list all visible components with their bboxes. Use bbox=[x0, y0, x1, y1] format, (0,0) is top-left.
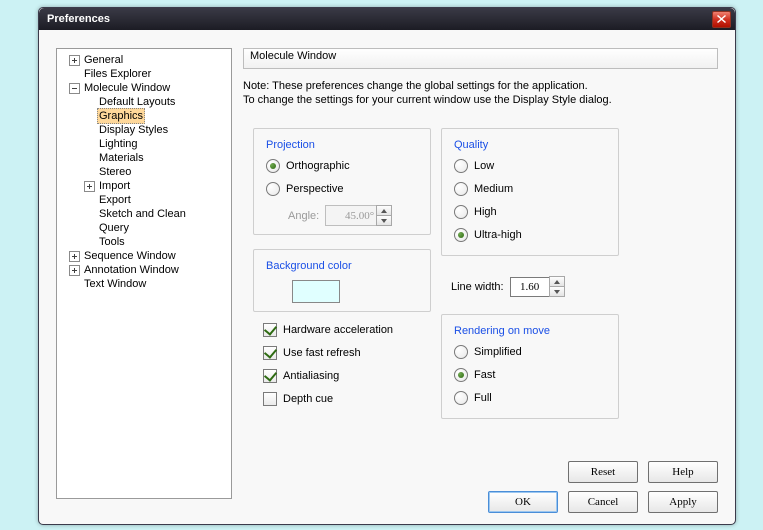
radio-icon bbox=[266, 182, 280, 196]
radio-quality-ultra[interactable]: Ultra-high bbox=[454, 228, 606, 242]
check-icon bbox=[263, 392, 277, 406]
angle-field: Angle: bbox=[288, 205, 418, 226]
step-up[interactable] bbox=[550, 277, 564, 286]
help-button[interactable]: Help bbox=[648, 461, 718, 483]
ok-button[interactable]: OK bbox=[488, 491, 558, 513]
chevron-up-icon bbox=[554, 280, 560, 284]
projection-group: Projection Orthographic Perspective Angl… bbox=[253, 128, 431, 235]
radio-icon bbox=[454, 391, 468, 405]
tree-item-stereo[interactable]: Stereo bbox=[59, 165, 229, 179]
tree-item-molecule-window[interactable]: Molecule Window bbox=[59, 81, 229, 95]
tree-item-graphics[interactable]: Graphics bbox=[59, 109, 229, 123]
close-icon[interactable] bbox=[712, 11, 731, 28]
tree-item-sequence-window[interactable]: Sequence Window bbox=[59, 249, 229, 263]
tree-item-annotation-window[interactable]: Annotation Window bbox=[59, 263, 229, 277]
linewidth-input[interactable] bbox=[510, 277, 550, 297]
cancel-button[interactable]: Cancel bbox=[568, 491, 638, 513]
radio-quality-medium[interactable]: Medium bbox=[454, 182, 606, 196]
step-down[interactable] bbox=[550, 286, 564, 296]
tree-item-materials[interactable]: Materials bbox=[59, 151, 229, 165]
bgcolor-swatch[interactable] bbox=[292, 280, 340, 303]
bgcolor-group: Background color bbox=[253, 249, 431, 312]
titlebar[interactable]: Preferences bbox=[39, 8, 735, 30]
radio-rom-simplified[interactable]: Simplified bbox=[454, 345, 606, 359]
quality-group: Quality Low Medium High Ultra-high bbox=[441, 128, 619, 256]
note-text: Note: These preferences change the globa… bbox=[243, 79, 718, 107]
preferences-window: Preferences General Files Explorer Molec… bbox=[38, 7, 736, 525]
radio-icon bbox=[454, 205, 468, 219]
check-icon bbox=[263, 323, 277, 337]
radio-orthographic[interactable]: Orthographic bbox=[266, 159, 418, 173]
chevron-down-icon bbox=[381, 219, 387, 223]
tree-item-general[interactable]: General bbox=[59, 53, 229, 67]
expand-icon[interactable] bbox=[84, 181, 95, 192]
expand-icon[interactable] bbox=[69, 265, 80, 276]
section-header: Molecule Window bbox=[243, 48, 718, 69]
expand-icon[interactable] bbox=[69, 251, 80, 262]
radio-icon bbox=[454, 368, 468, 382]
window-title: Preferences bbox=[43, 13, 712, 25]
radio-icon bbox=[454, 345, 468, 359]
tree-item-text-window[interactable]: Text Window bbox=[59, 277, 229, 291]
check-antialiasing[interactable]: Antialiasing bbox=[263, 369, 393, 383]
tree-item-lighting[interactable]: Lighting bbox=[59, 137, 229, 151]
tree-item-tools[interactable]: Tools bbox=[59, 235, 229, 249]
chevron-down-icon bbox=[554, 290, 560, 294]
chevron-up-icon bbox=[381, 209, 387, 213]
tree-item-export[interactable]: Export bbox=[59, 193, 229, 207]
radio-rom-full[interactable]: Full bbox=[454, 391, 606, 405]
group-title-quality: Quality bbox=[454, 139, 606, 151]
radio-icon bbox=[266, 159, 280, 173]
group-title-rom: Rendering on move bbox=[454, 325, 606, 337]
tree-item-files-explorer[interactable]: Files Explorer bbox=[59, 67, 229, 81]
reset-button[interactable]: Reset bbox=[568, 461, 638, 483]
category-tree[interactable]: General Files Explorer Molecule Window D… bbox=[56, 48, 232, 499]
rom-group: Rendering on move Simplified Fast Full bbox=[441, 314, 619, 419]
tree-item-default-layouts[interactable]: Default Layouts bbox=[59, 95, 229, 109]
radio-icon bbox=[454, 182, 468, 196]
radio-perspective[interactable]: Perspective bbox=[266, 182, 418, 196]
radio-icon bbox=[454, 228, 468, 242]
radio-icon bbox=[454, 159, 468, 173]
group-title-projection: Projection bbox=[266, 139, 418, 151]
check-hw-accel[interactable]: Hardware acceleration bbox=[263, 323, 393, 337]
check-fast-refresh[interactable]: Use fast refresh bbox=[263, 346, 393, 360]
tree-item-sketch-clean[interactable]: Sketch and Clean bbox=[59, 207, 229, 221]
radio-quality-high[interactable]: High bbox=[454, 205, 606, 219]
collapse-icon[interactable] bbox=[69, 83, 80, 94]
linewidth-label: Line width: bbox=[451, 281, 504, 293]
linewidth-stepper[interactable] bbox=[549, 276, 565, 297]
check-icon bbox=[263, 346, 277, 360]
tree-item-display-styles[interactable]: Display Styles bbox=[59, 123, 229, 137]
tree-item-query[interactable]: Query bbox=[59, 221, 229, 235]
check-icon bbox=[263, 369, 277, 383]
group-title-bgcolor: Background color bbox=[266, 260, 418, 272]
check-depth-cue[interactable]: Depth cue bbox=[263, 392, 393, 406]
radio-rom-fast[interactable]: Fast bbox=[454, 368, 606, 382]
expand-icon[interactable] bbox=[69, 55, 80, 66]
tree-item-import[interactable]: Import bbox=[59, 179, 229, 193]
radio-quality-low[interactable]: Low bbox=[454, 159, 606, 173]
apply-button[interactable]: Apply bbox=[648, 491, 718, 513]
angle-input bbox=[325, 205, 377, 226]
angle-stepper bbox=[376, 205, 392, 226]
